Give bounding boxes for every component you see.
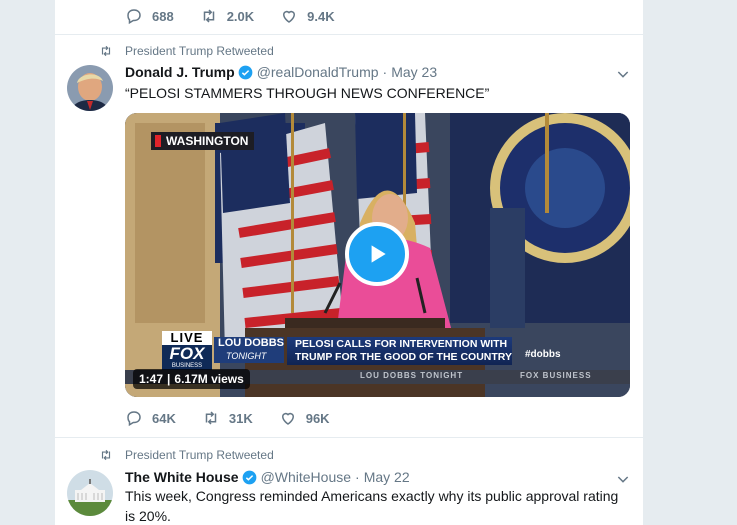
tweet-trump[interactable]: President Trump Retweeted Donald J. Trum… — [55, 35, 643, 437]
video-views: 6.17M views — [174, 372, 244, 386]
video-info: 1:47 | 6.17M views — [133, 369, 250, 389]
tweet-white-house[interactable]: President Trump Retweeted The White Hous… — [55, 438, 643, 525]
retweet-context: President Trump Retweeted — [99, 44, 274, 58]
display-name[interactable]: The White House — [125, 469, 239, 485]
separator: · — [382, 64, 388, 80]
retweet-context-label: President Trump Retweeted — [125, 44, 274, 58]
retweet-button[interactable]: 2.0K — [200, 7, 254, 25]
reply-button[interactable]: 64K — [125, 409, 176, 427]
chyron-hashtag: #dobbs — [525, 349, 561, 360]
reply-button[interactable]: 688 — [125, 7, 174, 25]
retweet-icon — [101, 449, 111, 461]
avatar-image — [67, 65, 113, 111]
tweet-text: This week, Congress reminded Americans e… — [125, 488, 619, 524]
show-line2: TONIGHT — [226, 351, 267, 361]
retweet-button[interactable]: 31K — [202, 409, 253, 427]
video-duration: 1:47 — [139, 372, 164, 386]
ticker-left: LOU DOBBS TONIGHT — [360, 371, 464, 380]
avatar[interactable] — [67, 470, 113, 516]
retweet-count: 2.0K — [226, 8, 255, 24]
location-label: WASHINGTON — [166, 134, 249, 148]
timestamp[interactable]: May 23 — [391, 64, 437, 80]
ticker-right: FOX BUSINESS — [520, 371, 592, 380]
like-count: 9.4K — [307, 8, 335, 24]
handle[interactable]: @realDonaldTrump — [257, 64, 379, 80]
display-name[interactable]: Donald J. Trump — [125, 64, 235, 80]
tweet-header: The White House @WhiteHouse · May 22 — [125, 469, 410, 485]
previous-tweet-actions: 688 2.0K 9.4K — [125, 7, 361, 25]
previous-tweet-footer: 688 2.0K 9.4K — [55, 0, 643, 35]
chevron-down-icon[interactable] — [615, 66, 631, 82]
verified-badge-icon — [242, 470, 256, 484]
play-icon — [371, 245, 386, 263]
live-label: LIVE — [162, 331, 212, 345]
like-button[interactable]: 96K — [279, 409, 330, 427]
retweet-icon — [101, 45, 111, 57]
reply-icon — [127, 411, 141, 427]
headline-line1: PELOSI CALLS FOR INTERVENTION WITH — [295, 338, 508, 350]
network-logo: LIVE FOX BUSINESS — [162, 331, 212, 370]
reply-icon — [127, 9, 141, 25]
heart-icon — [283, 10, 296, 23]
tweet-header: Donald J. Trump @realDonaldTrump · May 2… — [125, 64, 437, 80]
verified-badge-icon — [238, 65, 253, 79]
retweet-context-label: President Trump Retweeted — [125, 448, 274, 462]
retweet-icon — [203, 9, 214, 23]
retweet-context: President Trump Retweeted — [99, 448, 274, 462]
timeline-column: 688 2.0K 9.4K President Trump Retweeted — [54, 0, 644, 525]
handle[interactable]: @WhiteHouse — [261, 469, 351, 485]
timestamp[interactable]: May 22 — [364, 469, 410, 485]
video-player[interactable]: WASHINGTON LIVE FOX BUSINESS LOU DOBBS T… — [125, 113, 630, 397]
show-name: LOU DOBBS TONIGHT — [214, 337, 284, 363]
retweet-icon — [205, 411, 217, 425]
headline-line2: TRUMP FOR THE GOOD OF THE COUNTRY — [295, 351, 512, 363]
like-button[interactable]: 9.4K — [280, 7, 335, 25]
network-name: FOX — [162, 345, 212, 363]
reply-count: 688 — [152, 8, 174, 24]
separator: · — [355, 469, 360, 485]
play-button[interactable] — [345, 222, 409, 286]
white-house-icon — [67, 470, 113, 516]
chevron-down-icon[interactable] — [615, 471, 631, 487]
tweet-text: “PELOSI STAMMERS THROUGH NEWS CONFERENCE… — [125, 85, 490, 101]
tweet-actions: 64K 31K 96K — [125, 409, 356, 427]
avatar[interactable] — [67, 65, 113, 111]
news-chyron: LIVE FOX BUSINESS LOU DOBBS TONIGHT PELO… — [125, 329, 630, 370]
reply-count: 64K — [152, 410, 176, 426]
retweet-count: 31K — [228, 410, 253, 426]
heart-icon — [281, 412, 294, 425]
like-count: 96K — [305, 410, 330, 426]
show-line1: LOU DOBBS — [218, 337, 284, 349]
chyron-headline: PELOSI CALLS FOR INTERVENTION WITH TRUMP… — [287, 337, 512, 365]
location-bug: WASHINGTON — [151, 132, 255, 150]
